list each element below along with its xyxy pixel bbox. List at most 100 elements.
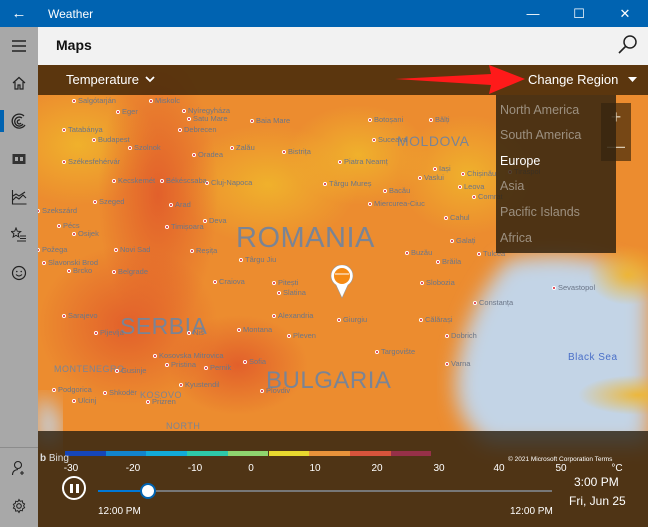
city-marker [461, 172, 465, 176]
city-label: Debrecen [184, 125, 217, 134]
city-marker [93, 200, 97, 204]
timeline-track[interactable] [98, 490, 552, 492]
city-marker [204, 366, 208, 370]
search-button[interactable] [616, 33, 640, 57]
city-marker [165, 363, 169, 367]
sidebar-item-news[interactable] [0, 141, 38, 177]
city-label: Bistrița [288, 147, 311, 156]
city-marker [62, 314, 66, 318]
sidebar-item-account[interactable] [0, 450, 38, 486]
region-option-pacific-islands[interactable]: Pacific Islands [500, 205, 580, 219]
city-label: Eger [122, 107, 138, 116]
city-label: Timișoara [171, 222, 204, 231]
city-label: Sevastopol [558, 283, 596, 292]
caret-down-icon [628, 77, 638, 82]
city-marker [169, 203, 173, 207]
city-marker [277, 291, 281, 295]
city-marker [42, 261, 46, 265]
city-marker [72, 99, 76, 103]
city-label: Plovdiv [266, 386, 291, 395]
region-option-asia[interactable]: Asia [500, 179, 524, 193]
city-marker [450, 239, 454, 243]
annotation-arrow-icon [395, 65, 525, 94]
region-option-south-america[interactable]: South America [500, 128, 581, 142]
legend-color-segment [187, 451, 228, 456]
city-marker [405, 251, 409, 255]
city-marker [128, 146, 132, 150]
city-label: Piatra Neamț [344, 157, 388, 166]
city-marker [472, 195, 476, 199]
city-marker [433, 167, 437, 171]
city-label: Leova [464, 182, 485, 191]
timeline-thumb[interactable] [139, 483, 156, 499]
region-option-north-america[interactable]: North America [500, 103, 579, 117]
sidebar-item-forecast[interactable] [0, 65, 38, 101]
city-label: Brcko [73, 266, 93, 275]
sidebar-item-favorite-places[interactable] [0, 217, 38, 253]
active-indicator [0, 110, 4, 132]
back-button[interactable]: ← [0, 0, 38, 27]
close-button[interactable]: ✕ [602, 0, 648, 27]
city-marker [338, 160, 342, 164]
city-marker [103, 391, 107, 395]
sidebar-item-maps[interactable] [0, 103, 38, 139]
city-marker [72, 399, 76, 403]
city-marker [473, 301, 477, 305]
city-label: Dobrich [451, 331, 477, 340]
sidebar-divider [0, 447, 38, 448]
legend-color-segment [146, 451, 188, 456]
minimize-icon: — [526, 6, 540, 21]
change-region-button[interactable]: Change Region [528, 72, 638, 87]
weather-map[interactable]: ROMANIA SERBIA BULGARIA MOLDOVA MONTENEGRO KO… [38, 65, 648, 527]
region-option-africa[interactable]: Africa [500, 231, 532, 245]
city-marker [282, 150, 286, 154]
city-label: Kosovska Mitrovica [159, 351, 224, 360]
sidebar-item-feedback[interactable] [0, 255, 38, 291]
change-region-label: Change Region [528, 72, 619, 87]
legend-color-segment [268, 451, 310, 456]
city-marker [62, 128, 66, 132]
minimize-button[interactable]: — [510, 0, 556, 27]
city-label: Târgu Mureș [329, 179, 372, 188]
legend-tick-label: -30 [63, 463, 79, 474]
city-label: Baia Mare [256, 116, 291, 125]
window-title: Weather [48, 7, 94, 21]
legend-color-segment [227, 451, 269, 456]
title-bar: ← Weather — ☐ ✕ [0, 0, 648, 27]
sidebar-item-settings[interactable] [0, 488, 38, 524]
maximize-button[interactable]: ☐ [556, 0, 602, 27]
pause-icon [68, 483, 80, 493]
city-marker [445, 334, 449, 338]
timeline-end-time: 12:00 PM [510, 506, 553, 517]
region-menu: North America South America Europe Asia … [496, 95, 616, 253]
city-marker [368, 118, 372, 122]
sidebar-item-historical-weather[interactable] [0, 179, 38, 215]
city-marker [243, 360, 247, 364]
city-marker [237, 328, 241, 332]
city-label: Niš [193, 328, 204, 337]
city-label: Shkodër [109, 388, 137, 397]
copyright-text[interactable]: © 2021 Microsoft Corporation Terms [508, 456, 612, 463]
city-label: Bălți [435, 115, 450, 124]
city-marker [419, 318, 423, 322]
city-label: Botoșani [374, 115, 404, 124]
region-option-europe[interactable]: Europe [500, 154, 540, 168]
pause-button[interactable] [62, 476, 86, 500]
city-label: Cluj-Napoca [211, 178, 253, 187]
city-label: Montana [243, 325, 273, 334]
city-label: Alexandria [278, 311, 314, 320]
city-marker [445, 362, 449, 366]
country-label: MOLDOVA [397, 133, 470, 149]
city-label: Craiova [219, 277, 245, 286]
city-marker [112, 179, 116, 183]
layer-dropdown[interactable]: Temperature [66, 72, 155, 87]
city-label: Ulcinj [78, 396, 97, 405]
city-label: Brăila [442, 257, 462, 266]
location-pin[interactable] [330, 264, 354, 304]
city-label: Galați [456, 236, 476, 245]
gear-icon [12, 498, 26, 514]
city-label: Kecskemét [118, 176, 156, 185]
sidebar-item-menu[interactable] [0, 28, 38, 64]
city-label: Giurgiu [343, 315, 368, 324]
search-icon [618, 35, 637, 54]
